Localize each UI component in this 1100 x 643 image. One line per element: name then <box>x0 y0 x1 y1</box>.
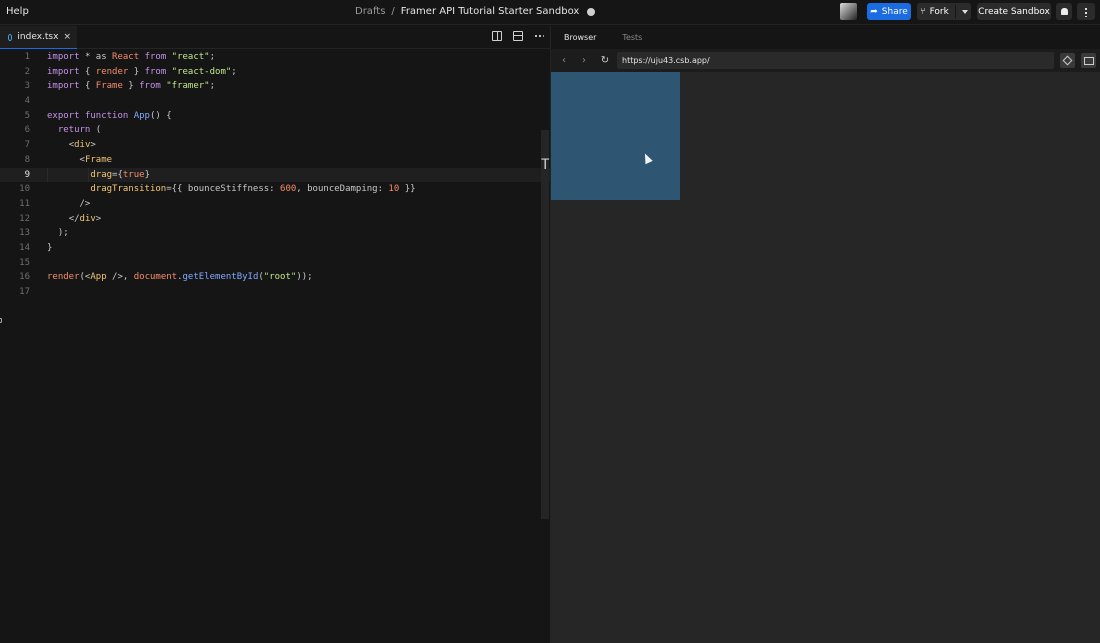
chevron-down-icon[interactable] <box>961 9 968 14</box>
code-text: </div> <box>68 213 102 224</box>
code-line: 16 render(<App />, document.getElementByI… <box>0 270 550 285</box>
line-number: 6 <box>24 125 30 136</box>
help-menu[interactable]: Help <box>6 6 29 17</box>
react-file-icon <box>8 33 13 41</box>
code-text: render(<App />, document.getElementById(… <box>47 272 313 283</box>
notifications-button[interactable] <box>1056 3 1072 20</box>
code-line: 15 <box>0 256 550 271</box>
forward-icon[interactable]: › <box>579 55 589 66</box>
code-line: 17 <box>0 285 550 300</box>
line-number: 14 <box>19 242 30 253</box>
breadcrumb: Drafts / Framer API Tutorial Starter San… <box>355 6 596 17</box>
line-number: 4 <box>24 96 30 107</box>
back-icon[interactable]: ‹ <box>559 55 569 66</box>
fork-divider <box>954 5 956 18</box>
tab-browser[interactable]: Browser <box>551 33 609 42</box>
url-bar: ‹ › ↻ https://uju43.csb.app/ <box>551 49 1100 72</box>
more-horizontal-icon[interactable] <box>534 35 544 37</box>
more-menu-button[interactable] <box>1077 3 1095 20</box>
avatar[interactable] <box>840 3 857 20</box>
line-number: 15 <box>19 257 30 268</box>
fork-label: Fork <box>929 6 949 17</box>
code-text: ); <box>57 228 69 239</box>
split-view-icon[interactable] <box>492 31 502 41</box>
tab-index-tsx[interactable]: index.tsx × <box>0 26 77 49</box>
browser-pane: Browser Tests ‹ › ↻ https://uju43.csb.ap… <box>550 26 1100 643</box>
tab-tests[interactable]: Tests <box>609 33 655 42</box>
editor-scrollbar[interactable] <box>541 130 549 519</box>
code-line: 4 <box>0 94 550 109</box>
code-text: drag={true} <box>90 169 150 180</box>
resize-handle-left[interactable] <box>0 318 2 323</box>
code-line: 5 export function App() { <box>0 109 550 124</box>
line-number: 11 <box>19 198 30 209</box>
code-text: import { Frame } from "framer"; <box>47 81 216 92</box>
code-line: 11 /> <box>0 197 550 212</box>
top-bar: Help Drafts / Framer API Tutorial Starte… <box>0 0 1100 25</box>
draggable-frame[interactable] <box>551 72 680 200</box>
toggle-panel-icon[interactable] <box>513 31 523 41</box>
line-number: 10 <box>19 184 30 195</box>
code-text: export function App() { <box>47 110 172 121</box>
code-line: 13 ); <box>0 226 550 241</box>
line-number: 8 <box>24 154 30 165</box>
code-line: 12 </div> <box>0 212 550 227</box>
text-cursor-icon: T <box>541 157 550 173</box>
code-text: import * as React from "react"; <box>47 52 216 62</box>
url-input[interactable]: https://uju43.csb.app/ <box>617 52 1054 69</box>
create-sandbox-button[interactable]: Create Sandbox <box>977 3 1051 20</box>
open-new-window-icon[interactable] <box>1081 53 1096 68</box>
share-button[interactable]: ➦ Share <box>867 3 911 20</box>
line-number: 16 <box>19 272 30 283</box>
editor-tab-bar: index.tsx × <box>0 26 550 49</box>
sandbox-title[interactable]: Framer API Tutorial Starter Sandbox <box>401 6 580 17</box>
code-line: 6 return ( <box>0 123 550 138</box>
code-line: 8 <Frame <box>0 153 550 168</box>
line-number: 17 <box>19 287 30 297</box>
line-number: 5 <box>24 110 30 121</box>
code-text: <Frame <box>79 154 113 165</box>
code-text: dragTransition={{ bounceStiffness: 600, … <box>90 184 416 195</box>
code-editor: index.tsx × 1 import * as React from "rea… <box>0 26 550 643</box>
code-text: <div> <box>68 140 96 151</box>
code-text: /> <box>79 198 91 209</box>
line-number: 1 <box>24 52 30 62</box>
line-number: 3 <box>24 81 30 92</box>
preview-canvas <box>551 72 1100 643</box>
share-label: Share <box>881 6 908 17</box>
breadcrumb-separator: / <box>391 6 395 17</box>
code-text: } <box>47 242 53 253</box>
line-number: 7 <box>24 140 30 151</box>
code-line: 3 import { Frame } from "framer"; <box>0 79 550 94</box>
browser-tab-bar: Browser Tests <box>551 26 1100 49</box>
more-vertical-icon <box>1085 6 1087 17</box>
devtools-icon[interactable] <box>1060 53 1075 68</box>
code-text: import { render } from "react-dom"; <box>47 66 237 77</box>
tab-label: index.tsx <box>17 32 59 42</box>
fork-icon: ⑂ <box>920 6 926 17</box>
code-line-active: 9 drag={true} <box>0 167 550 183</box>
code-line: 14} <box>0 241 550 256</box>
reload-icon[interactable]: ↻ <box>600 55 610 66</box>
code-line: 1 import * as React from "react"; <box>0 50 550 65</box>
code-line: 10 dragTransition={{ bounceStiffness: 60… <box>0 182 550 197</box>
code-line: 7 <div> <box>0 138 550 153</box>
share-icon: ➦ <box>870 6 878 17</box>
bell-icon <box>1060 8 1068 15</box>
code-text: return ( <box>57 125 102 136</box>
breadcrumb-drafts[interactable]: Drafts <box>355 6 385 17</box>
code-line: 2 import { render } from "react-dom"; <box>0 65 550 80</box>
editor-actions <box>492 31 544 41</box>
line-number: 2 <box>24 66 30 77</box>
code-area[interactable]: 1 import * as React from "react"; 2 import… <box>0 50 550 300</box>
line-number: 13 <box>19 228 30 239</box>
globe-icon <box>587 7 596 16</box>
fork-button[interactable]: ⑂ Fork <box>917 3 971 20</box>
line-number: 12 <box>19 213 30 224</box>
line-number: 9 <box>24 169 30 180</box>
close-icon[interactable]: × <box>63 32 71 42</box>
